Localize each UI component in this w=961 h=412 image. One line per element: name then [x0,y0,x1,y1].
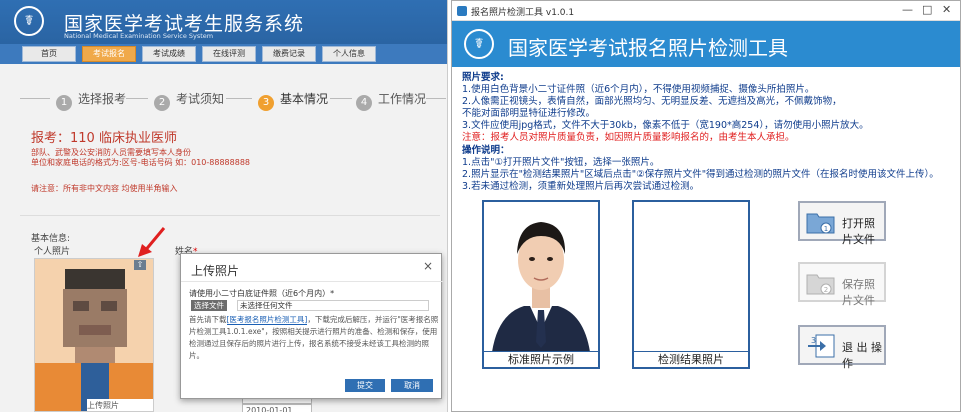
nav-payments[interactable]: 缴费记录 [262,46,316,62]
upload-photo-icon[interactable]: ⇧ [134,260,146,270]
divider [181,281,443,282]
exam-type: 报考：110 临床执业医师 [31,131,177,146]
app-icon [457,6,467,16]
medical-emblem-icon: ☤ [464,29,494,59]
nav-registration[interactable]: 考试报名 [82,46,136,62]
warning-text: 注意：报考人员对照片质量负责，如因照片质量影响报名的，由考生本人承担。 [462,132,795,143]
result-photo-panel: 检测结果照片 [632,200,750,369]
svg-text:1: 1 [824,225,828,233]
window-titlebar: 报名照片检测工具 v1.0.1 — □ ✕ [452,1,960,21]
step-2: 2 考试须知 [154,90,224,111]
photo-label: 个人照片 [34,247,71,257]
step-line [426,98,446,99]
step-4: 4 工作情况 [356,90,426,111]
requirement-line: 不能对面部明显特征进行修改。 [462,108,596,119]
notice-line: 单位和家庭电话的格式为:区号-电话号码 如：010-88888888 [31,158,250,167]
folder-save-icon: 2 [806,274,835,295]
cancel-button[interactable]: 取消 [391,379,433,392]
result-photo-caption: 检测结果照片 [634,351,748,367]
nav-scores[interactable]: 考试成绩 [142,46,196,62]
close-icon[interactable]: × [423,259,433,273]
submit-button[interactable]: 提交 [345,379,385,392]
open-photo-button[interactable]: 1 打开照片文件 [798,201,886,246]
nav-assessment[interactable]: 在线评测 [202,46,256,62]
file-status: 未选择任何文件 [237,300,429,311]
requirement-line: 1.使用白色背景小二寸证件照（近6个月内），不得使用视频捕捉、摄像头所拍照片。 [462,84,815,95]
divider [20,215,440,216]
site-header: ☤ 国家医学考试考生服务系统 National Medical Examinat… [0,0,447,44]
save-photo-button[interactable]: 2 保存照片文件 [798,262,886,307]
choose-file-button[interactable]: 选择文件 [191,300,227,311]
step-line [330,98,352,99]
notice-note: 请注意：所有非中文内容 均使用半角输入 [31,184,178,193]
photo-requirement-hint: 请使用小二寸白底证件照（近6个月内）* [189,289,335,298]
upload-photo-dialog: 上传照片 × 请使用小二寸白底证件照（近6个月内）* 选择文件 未选择任何文件 … [180,253,443,399]
folder-open-icon: 1 [806,213,835,234]
step-line [126,98,148,99]
svg-text:3: 3 [811,336,816,345]
open-photo-label: 打开照片文件 [842,217,875,246]
minimize-icon[interactable]: — [902,3,913,16]
red-arrow-icon [138,227,166,257]
instruction-line: 2.照片显示在"检测结果照片"区域后点击"②保存照片文件"得到通过检测的照片文件… [462,169,939,180]
requirements-title: 照片要求: [462,72,504,83]
site-subtitle: National Medical Examination Service Sys… [64,32,214,40]
instructions-title: 操作说明： [462,145,510,156]
notice-line: 部队、武警及公安消防人员需要填写本人身份 [31,148,191,157]
save-photo-label: 保存照片文件 [842,278,875,307]
exit-label: 退 出 操 作 [842,341,882,370]
step-line [226,98,252,99]
nav-home[interactable]: 首页 [22,46,76,62]
window-title: 报名照片检测工具 v1.0.1 [471,8,575,18]
download-tool-link[interactable]: [医考报名照片检测工具] [226,315,308,325]
nav-profile[interactable]: 个人信息 [322,46,376,62]
dialog-title: 上传照片 [191,264,240,278]
basic-info-label: 基本信息: [31,234,71,244]
svg-text:2: 2 [824,286,828,294]
step-1: 1 选择报考 [56,90,126,111]
photo-caption: 上传照片 [87,399,153,411]
step-line [20,98,50,99]
requirement-line: 2.人像需正视镜头，表情自然，面部光照均匀、无明显反差、无遮挡及高光，不佩戴饰物… [462,96,842,107]
sample-portrait [484,202,598,352]
banner-title: 国家医学考试报名照片检测工具 [508,36,788,60]
photo-check-tool-window: 报名照片检测工具 v1.0.1 — □ ✕ ☤ 国家医学考试报名照片检测工具 照… [451,0,961,412]
exam-registration-website: ☤ 国家医学考试考生服务系统 National Medical Examinat… [0,0,448,412]
date-field[interactable]: 2010-01-01 [242,404,312,412]
requirement-line: 3.文件应使用jpg格式，文件不大于30kb，像素不低于（宽190*高254），… [462,120,869,131]
dialog-instructions: 首先请下载[医考报名照片检测工具]，下载完成后解压，并运行"医考报名照片检测工具… [189,315,439,360]
sample-photo-caption: 标准照片示例 [484,351,598,367]
exit-button[interactable]: 3 退 出 操 作 [798,325,886,370]
step-3: 3 基本情况 [258,90,328,111]
maximize-icon[interactable]: □ [922,3,932,16]
registration-steps: 1 选择报考 2 考试须知 3 基本情况 4 工作情况 [0,86,447,111]
instruction-line: 3.若未通过检测，须重新处理照片后再次尝试通过检测。 [462,181,700,192]
exit-icon: 3 [808,334,835,358]
app-banner: ☤ 国家医学考试报名照片检测工具 [452,21,960,67]
applicant-photo: 上传照片 [34,258,154,412]
medical-emblem-icon: ☤ [14,6,44,36]
sample-photo-panel: 标准照片示例 [482,200,600,369]
close-icon[interactable]: ✕ [942,3,951,16]
instruction-line: 1.点击"①打开照片文件"按钮，选择一张照片。 [462,157,660,168]
site-nav: 首页 考试报名 考试成绩 在线评测 缴费记录 个人信息 [0,44,447,64]
